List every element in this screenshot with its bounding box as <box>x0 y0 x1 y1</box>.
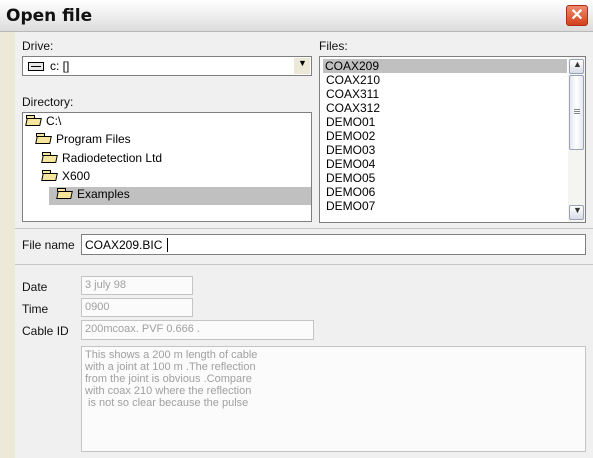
directory-item-label: Program Files <box>56 132 131 146</box>
file-item[interactable]: DEMO04 <box>324 157 564 171</box>
drive-value: c: [] <box>50 59 70 73</box>
directory-item-label: Radiodetection Ltd <box>62 151 163 165</box>
folder-open-icon <box>36 133 52 144</box>
files-scrollbar[interactable]: ▲ ▼ <box>568 57 585 222</box>
folder-open-icon <box>26 115 42 126</box>
title-bar: Open file ✕ <box>0 0 593 32</box>
file-item[interactable]: DEMO06 <box>324 185 564 199</box>
drive-select[interactable]: c: [] ▼ <box>22 56 312 76</box>
filename-value: COAX209.BIC <box>85 238 163 252</box>
directory-item[interactable]: X600 <box>42 169 311 187</box>
directory-item[interactable]: Radiodetection Ltd <box>42 151 311 169</box>
scroll-down-button[interactable]: ▼ <box>569 205 584 220</box>
close-icon: ✕ <box>570 7 584 24</box>
dropdown-button[interactable]: ▼ <box>294 58 310 74</box>
folder-open-icon <box>57 188 73 199</box>
directory-item-label: X600 <box>62 169 91 183</box>
time-label: Time <box>22 302 49 316</box>
file-item[interactable]: DEMO07 <box>324 199 564 213</box>
directory-tree[interactable]: C:\ Program Files Radiodetection Ltd X60… <box>22 112 312 222</box>
file-item[interactable]: COAX312 <box>324 101 564 115</box>
grip-line <box>574 111 580 112</box>
notes-textarea: This shows a 200 m length of cable with … <box>81 346 586 452</box>
directory-item-selected[interactable]: Examples <box>49 187 311 205</box>
date-label: Date <box>22 280 48 294</box>
grip-line <box>574 109 580 110</box>
chevron-down-icon: ▼ <box>573 205 582 215</box>
scroll-up-button[interactable]: ▲ <box>569 59 584 74</box>
directory-item-label: C:\ <box>46 114 62 128</box>
file-item[interactable]: COAX311 <box>324 87 564 101</box>
file-item[interactable]: DEMO03 <box>324 143 564 157</box>
chevron-up-icon: ▲ <box>573 59 582 69</box>
scroll-thumb[interactable] <box>569 75 584 150</box>
cable-id-label: Cable ID <box>22 324 69 338</box>
dialog-title: Open file <box>6 6 93 26</box>
divider <box>15 264 593 265</box>
file-item-selected[interactable]: COAX209 <box>323 59 567 73</box>
filename-input[interactable]: COAX209.BIC <box>81 234 586 255</box>
cable-id-field: 200mcoax. PVF 0.666 . <box>81 320 314 340</box>
filename-label: File name <box>22 238 75 252</box>
folder-open-icon <box>42 152 58 163</box>
directory-item[interactable]: Program Files <box>36 132 311 150</box>
drive-label: Drive: <box>22 39 54 53</box>
files-label: Files: <box>319 39 348 53</box>
files-list[interactable]: COAX209 COAX210 COAX311 COAX312 DEMO01 D… <box>319 56 586 223</box>
file-item[interactable]: DEMO05 <box>324 171 564 185</box>
file-item[interactable]: DEMO02 <box>324 129 564 143</box>
file-item[interactable]: DEMO01 <box>324 115 564 129</box>
date-field: 3 july 98 <box>81 276 193 295</box>
close-button[interactable]: ✕ <box>566 5 588 26</box>
chevron-down-icon: ▼ <box>298 58 307 68</box>
file-item[interactable]: COAX210 <box>324 73 564 87</box>
text-caret <box>167 238 168 252</box>
grip-line <box>574 113 580 114</box>
drive-icon <box>28 62 44 71</box>
divider <box>15 228 593 229</box>
time-field: 0900 <box>81 298 193 317</box>
folder-open-icon <box>42 170 58 181</box>
directory-item[interactable]: C:\ <box>26 114 311 132</box>
directory-item-label: Examples <box>77 187 130 201</box>
directory-label: Directory: <box>22 95 74 109</box>
